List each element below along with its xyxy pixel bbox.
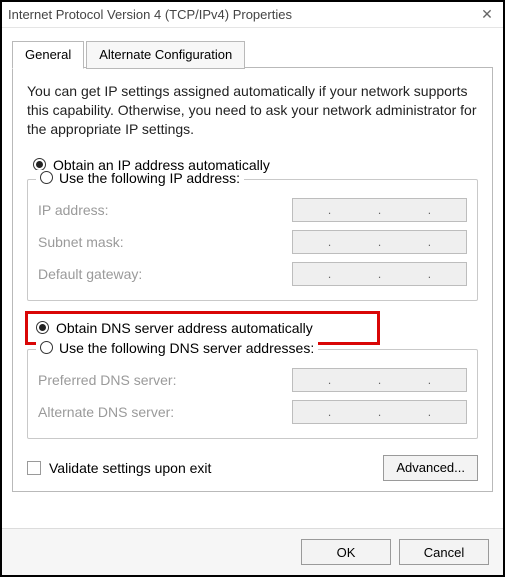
- titlebar: Internet Protocol Version 4 (TCP/IPv4) P…: [2, 2, 503, 28]
- radio-label: Obtain DNS server address automatically: [56, 320, 313, 336]
- input-preferred-dns: ...: [292, 368, 467, 392]
- label-default-gateway: Default gateway:: [38, 266, 292, 282]
- radio-icon: [36, 321, 49, 334]
- ip-manual-fieldset: Use the following IP address: IP address…: [27, 179, 478, 301]
- input-alternate-dns: ...: [292, 400, 467, 424]
- label-subnet-mask: Subnet mask:: [38, 234, 292, 250]
- radio-label: Use the following IP address:: [59, 170, 240, 186]
- dns-manual-fieldset: Use the following DNS server addresses: …: [27, 349, 478, 439]
- close-icon[interactable]: ✕: [477, 6, 497, 23]
- input-ip-address: ...: [292, 198, 467, 222]
- checkbox-validate-on-exit[interactable]: [27, 461, 41, 475]
- cancel-button[interactable]: Cancel: [399, 539, 489, 565]
- description-text: You can get IP settings assigned automat…: [27, 82, 478, 139]
- label-alternate-dns: Alternate DNS server:: [38, 404, 292, 420]
- label-ip-address: IP address:: [38, 202, 292, 218]
- radio-use-following-ip[interactable]: Use the following IP address:: [36, 170, 244, 186]
- dialog-footer: OK Cancel: [2, 528, 503, 575]
- label-validate-on-exit: Validate settings upon exit: [49, 460, 375, 476]
- radio-icon: [40, 341, 53, 354]
- radio-use-following-dns[interactable]: Use the following DNS server addresses:: [36, 340, 318, 356]
- window-title: Internet Protocol Version 4 (TCP/IPv4) P…: [8, 7, 477, 22]
- general-panel: You can get IP settings assigned automat…: [12, 67, 493, 492]
- tab-alternate-configuration[interactable]: Alternate Configuration: [86, 41, 245, 69]
- label-preferred-dns: Preferred DNS server:: [38, 372, 292, 388]
- advanced-button[interactable]: Advanced...: [383, 455, 478, 481]
- ipv4-properties-dialog: Internet Protocol Version 4 (TCP/IPv4) P…: [0, 0, 505, 577]
- ok-button[interactable]: OK: [301, 539, 391, 565]
- radio-label: Use the following DNS server addresses:: [59, 340, 314, 356]
- tab-general[interactable]: General: [12, 41, 84, 69]
- input-default-gateway: ...: [292, 262, 467, 286]
- radio-icon: [40, 171, 53, 184]
- input-subnet-mask: ...: [292, 230, 467, 254]
- tab-strip: General Alternate Configuration: [12, 40, 493, 68]
- radio-obtain-dns-auto[interactable]: Obtain DNS server address automatically: [36, 320, 369, 336]
